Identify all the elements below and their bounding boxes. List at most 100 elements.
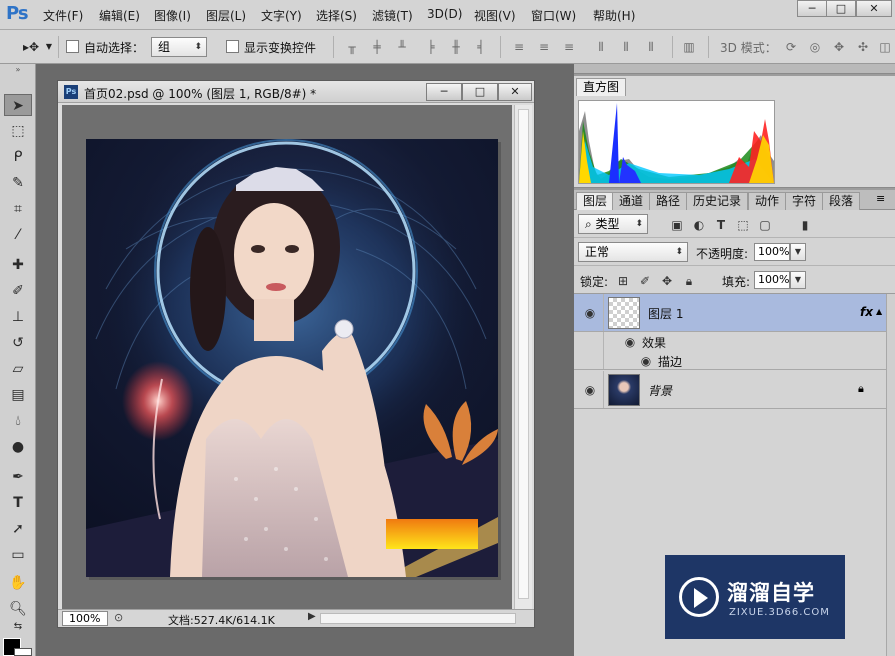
- background-color-swatch[interactable]: [14, 648, 32, 656]
- align-vcenter-icon[interactable]: ╪: [370, 40, 384, 54]
- align-right-icon[interactable]: ╡: [474, 40, 488, 54]
- roll-3d-icon[interactable]: ◎: [808, 40, 822, 54]
- blend-mode-dropdown[interactable]: 正常 ⬍: [578, 242, 688, 262]
- menu-layer[interactable]: 图层(L): [206, 7, 246, 24]
- lasso-tool-icon[interactable]: ᑭ: [4, 146, 32, 168]
- healing-brush-tool-icon[interactable]: ✚: [4, 254, 32, 276]
- align-top-icon[interactable]: ╥: [345, 40, 359, 54]
- chevron-down-icon[interactable]: ▼: [44, 40, 54, 54]
- tab-layers[interactable]: 图层: [576, 192, 615, 210]
- rectangle-tool-icon[interactable]: ▭: [4, 544, 32, 566]
- tab-paths[interactable]: 路径: [649, 192, 688, 210]
- tab-character[interactable]: 字符: [785, 192, 824, 210]
- rotate-3d-icon[interactable]: ⟳: [784, 40, 798, 54]
- tab-history[interactable]: 历史记录: [686, 192, 749, 210]
- tab-paragraph[interactable]: 段落: [822, 192, 861, 210]
- tab-actions[interactable]: 动作: [748, 192, 787, 210]
- layer-name[interactable]: 背景: [648, 382, 672, 399]
- effects-visibility-eye-icon[interactable]: ◉: [622, 335, 638, 349]
- menu-type[interactable]: 文字(Y): [261, 7, 302, 24]
- menu-help[interactable]: 帮助(H): [593, 7, 635, 24]
- lock-transparency-icon[interactable]: ⊞: [616, 274, 630, 288]
- auto-select-checkbox[interactable]: [66, 40, 79, 53]
- menu-3d[interactable]: 3D(D): [427, 7, 462, 21]
- layers-scrollbar[interactable]: [886, 294, 895, 656]
- fill-input[interactable]: 100%: [754, 271, 790, 289]
- align-hcenter-icon[interactable]: ╫: [449, 40, 463, 54]
- visibility-eye-icon[interactable]: ◉: [582, 306, 598, 320]
- tab-histogram[interactable]: 直方图: [576, 78, 627, 96]
- eraser-tool-icon[interactable]: ▱: [4, 358, 32, 380]
- visibility-eye-icon[interactable]: ◉: [582, 383, 598, 397]
- filter-adjustment-icon[interactable]: ◐: [692, 218, 706, 232]
- history-brush-tool-icon[interactable]: ↺: [4, 332, 32, 354]
- lock-pixels-icon[interactable]: ✐: [638, 274, 652, 288]
- doc-close-button[interactable]: ✕: [498, 83, 532, 101]
- move-tool-icon[interactable]: ➤: [4, 94, 32, 116]
- lock-all-icon[interactable]: 🔒︎: [682, 274, 696, 288]
- dodge-tool-icon[interactable]: ●: [4, 436, 32, 458]
- document-titlebar[interactable]: Ps 首页02.psd @ 100% (图层 1, RGB/8#) * ─ □ …: [58, 81, 534, 103]
- expand-effects-icon[interactable]: ▲: [876, 307, 882, 316]
- move-tool-preset-icon[interactable]: ▸✥: [20, 40, 42, 54]
- lock-position-icon[interactable]: ✥: [660, 274, 674, 288]
- scale-3d-icon[interactable]: ◫: [878, 40, 892, 54]
- stroke-visibility-eye-icon[interactable]: ◉: [638, 354, 654, 368]
- layer-filter-dropdown[interactable]: ⌕ 类型 ⬍: [578, 214, 648, 234]
- status-arrow-icon[interactable]: ▶: [308, 611, 316, 622]
- layer-row-layer1[interactable]: ◉ 图层 1 fx ▲: [574, 294, 886, 332]
- slide-3d-icon[interactable]: ✣: [856, 40, 870, 54]
- doc-minimize-button[interactable]: ─: [426, 83, 462, 101]
- panel-menu-icon[interactable]: ≡: [876, 192, 885, 205]
- crop-tool-icon[interactable]: ⌗: [4, 198, 32, 220]
- align-left-icon[interactable]: ╞: [424, 40, 438, 54]
- filter-shape-icon[interactable]: ⬚: [736, 218, 750, 232]
- app-minimize-button[interactable]: ─: [797, 0, 827, 17]
- fx-icon[interactable]: fx: [860, 305, 873, 319]
- menu-window[interactable]: 窗口(W): [531, 7, 576, 24]
- menu-filter[interactable]: 滤镜(T): [372, 7, 413, 24]
- distribute-left-icon[interactable]: ⦀: [594, 40, 608, 54]
- pan-3d-icon[interactable]: ✥: [832, 40, 846, 54]
- type-tool-icon[interactable]: T: [4, 492, 32, 514]
- distribute-bottom-icon[interactable]: ≡: [562, 40, 576, 54]
- filter-toggle-icon[interactable]: ▮: [798, 218, 812, 232]
- align-bottom-icon[interactable]: ╨: [395, 40, 409, 54]
- distribute-vcenter-icon[interactable]: ≡: [537, 40, 551, 54]
- eyedropper-tool-icon[interactable]: ⁄: [4, 224, 32, 246]
- distribute-right-icon[interactable]: ⦀: [644, 40, 658, 54]
- scrollbar-thumb[interactable]: [518, 109, 529, 599]
- gradient-tool-icon[interactable]: ▤: [4, 384, 32, 406]
- document-horizontal-scrollbar[interactable]: [320, 613, 516, 624]
- menu-file[interactable]: 文件(F): [43, 7, 83, 24]
- layer-row-background[interactable]: ◉ 背景 🔒︎: [574, 371, 886, 409]
- menu-image[interactable]: 图像(I): [154, 7, 191, 24]
- blur-tool-icon[interactable]: 💧︎: [4, 410, 32, 432]
- app-maximize-button[interactable]: □: [826, 0, 856, 17]
- zoom-level-field[interactable]: 100%: [62, 611, 108, 626]
- menu-edit[interactable]: 编辑(E): [99, 7, 140, 24]
- filter-pixel-icon[interactable]: ▣: [670, 218, 684, 232]
- status-menu-icon[interactable]: ⊙: [114, 611, 123, 624]
- zoom-tool-icon[interactable]: 🔍︎: [4, 598, 32, 620]
- canvas-image[interactable]: [86, 139, 498, 577]
- fill-dropdown-arrow-icon[interactable]: ▼: [790, 271, 806, 289]
- auto-align-icon[interactable]: ▥: [682, 40, 696, 54]
- layer-name[interactable]: 图层 1: [648, 305, 683, 322]
- pen-tool-icon[interactable]: ✒: [4, 466, 32, 488]
- path-select-tool-icon[interactable]: ➚: [4, 518, 32, 540]
- distribute-hcenter-icon[interactable]: ⦀: [619, 40, 633, 54]
- filter-type-icon[interactable]: T: [714, 218, 728, 232]
- auto-select-dropdown[interactable]: 组 ⬍: [151, 37, 207, 57]
- show-transform-checkbox[interactable]: [226, 40, 239, 53]
- quick-select-tool-icon[interactable]: ✎: [4, 172, 32, 194]
- menu-select[interactable]: 选择(S): [316, 7, 357, 24]
- clone-stamp-tool-icon[interactable]: ⊥: [4, 306, 32, 328]
- marquee-tool-icon[interactable]: ⬚: [4, 120, 32, 142]
- opacity-input[interactable]: 100%: [754, 243, 790, 261]
- panel-collapse-strip[interactable]: [574, 64, 895, 74]
- tab-channels[interactable]: 通道: [612, 192, 651, 210]
- menu-view[interactable]: 视图(V): [474, 7, 516, 24]
- collapse-panel-icon[interactable]: »: [4, 66, 32, 74]
- doc-maximize-button[interactable]: □: [462, 83, 498, 101]
